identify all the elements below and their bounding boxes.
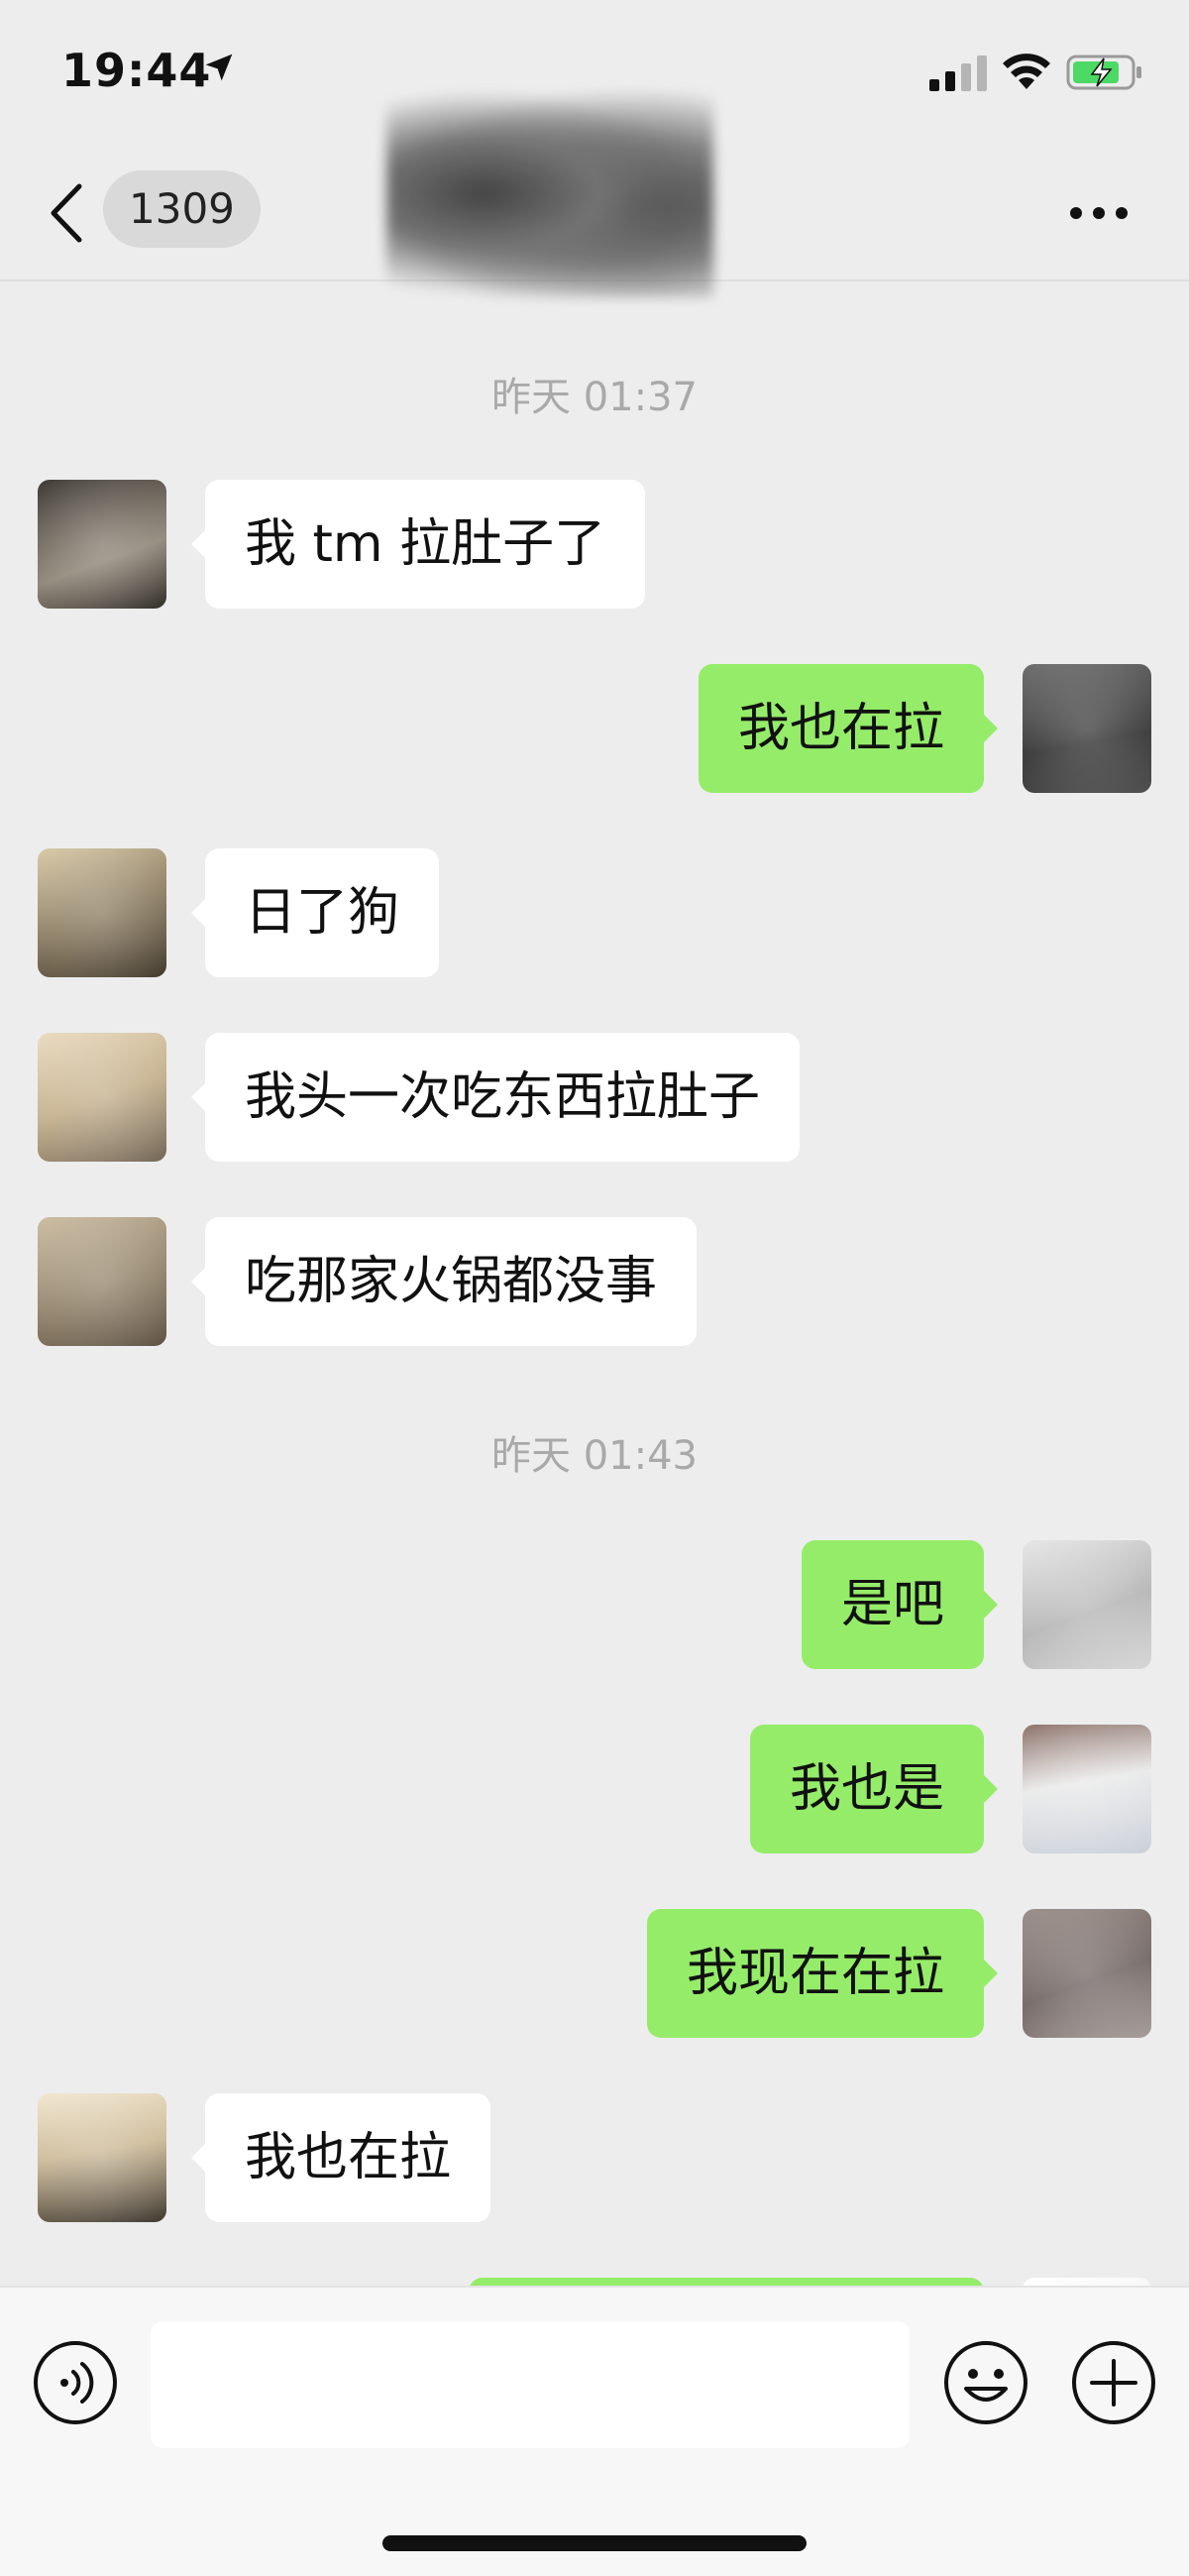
home-indicator[interactable]	[382, 2535, 807, 2551]
outgoing-message-bubble[interactable]: 是吧	[801, 1540, 999, 1669]
battery-charging-icon	[1066, 55, 1141, 90]
emoji-smile-icon[interactable]	[942, 2339, 1029, 2426]
self-avatar[interactable]	[1023, 664, 1151, 793]
unread-count-badge[interactable]: 1309	[103, 170, 261, 248]
message-row: 日了狗	[0, 848, 1189, 977]
location-arrow-icon	[205, 54, 233, 81]
message-row: 我也在拉	[0, 2093, 1189, 2222]
chevron-left-icon[interactable]	[40, 178, 95, 248]
cellular-signal-icon	[929, 56, 987, 91]
contact-avatar[interactable]	[38, 848, 166, 977]
incoming-message-bubble[interactable]: 日了狗	[190, 848, 440, 977]
incoming-message-bubble[interactable]: 我头一次吃东西拉肚子	[190, 1033, 801, 1162]
self-avatar[interactable]	[1023, 2278, 1151, 2286]
chat-nav-bar: 1309	[0, 89, 1189, 297]
message-row: 我 tm 拉肚子了	[0, 480, 1189, 609]
self-avatar[interactable]	[1023, 1909, 1151, 2038]
status-time: 19:44	[61, 44, 212, 97]
outgoing-message-bubble[interactable]: 我现在在拉	[646, 1909, 999, 2038]
message-row: 是吧	[0, 1540, 1189, 1669]
outgoing-message-bubble[interactable]: 我也在拉	[698, 664, 999, 793]
contact-avatar[interactable]	[38, 480, 166, 609]
message-row: 我现在在拉	[0, 1909, 1189, 2038]
redacted-chat-title	[386, 89, 713, 297]
plus-circle-icon[interactable]	[1070, 2339, 1157, 2426]
outgoing-message-bubble[interactable]: 我也是	[749, 1725, 999, 1853]
message-timestamp: 昨天 01:37	[491, 375, 698, 420]
message-row: 我也是	[0, 1725, 1189, 1853]
message-text-input[interactable]	[151, 2321, 910, 2448]
contact-avatar[interactable]	[38, 1217, 166, 1346]
ellipsis-icon[interactable]	[1068, 198, 1130, 228]
message-row: 我也在拉	[0, 664, 1189, 793]
wifi-icon	[1003, 54, 1050, 89]
self-avatar[interactable]	[1023, 1540, 1151, 1669]
message-row	[0, 2278, 1189, 2286]
message-row: 吃那家火锅都没事	[0, 1217, 1189, 1346]
self-avatar[interactable]	[1023, 1725, 1151, 1853]
message-list[interactable]: 昨天 01:37 我 tm 拉肚子了 我也在拉 日了狗 我头一次吃东西拉肚子 吃…	[0, 281, 1189, 2286]
outgoing-message-bubble[interactable]	[469, 2278, 984, 2286]
message-input-bar	[0, 2286, 1189, 2576]
message-timestamp: 昨天 01:43	[491, 1433, 698, 1479]
contact-avatar[interactable]	[38, 2093, 166, 2222]
contact-avatar[interactable]	[38, 1033, 166, 1162]
incoming-message-bubble[interactable]: 我 tm 拉肚子了	[190, 480, 646, 609]
voice-input-icon[interactable]	[32, 2339, 119, 2426]
message-row: 我头一次吃东西拉肚子	[0, 1033, 1189, 1162]
incoming-message-bubble[interactable]: 吃那家火锅都没事	[190, 1217, 698, 1346]
incoming-message-bubble[interactable]: 我也在拉	[190, 2093, 491, 2222]
